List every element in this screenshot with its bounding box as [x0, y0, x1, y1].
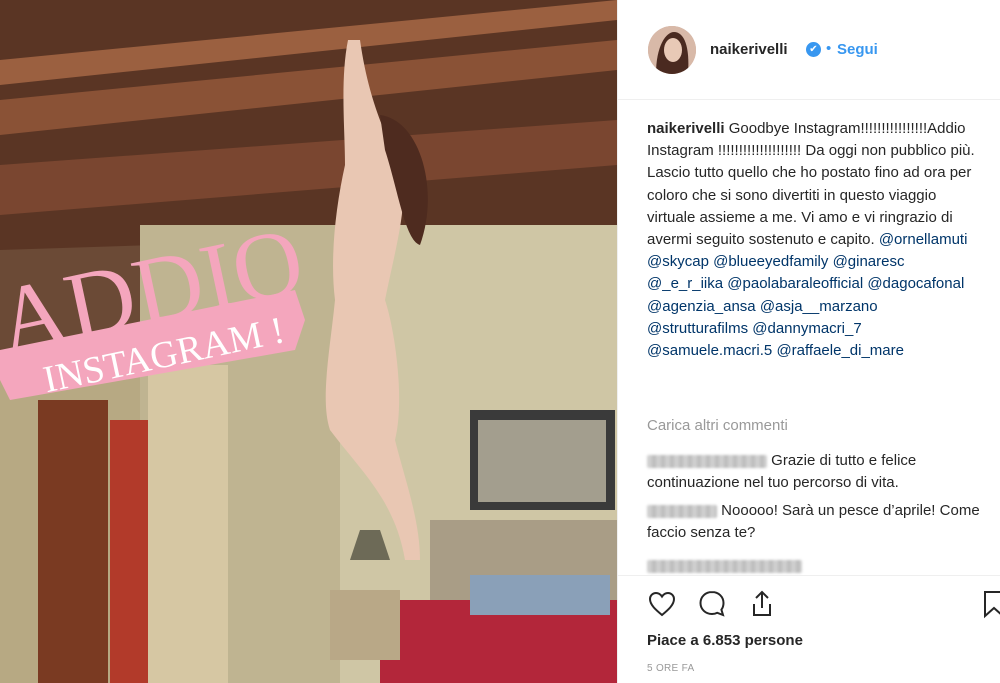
- mention-link[interactable]: @strutturafilms: [647, 320, 748, 337]
- username-link[interactable]: naikerivelli: [710, 41, 788, 58]
- likes-count[interactable]: Piace a 6.853 persone: [647, 632, 803, 649]
- mention-link[interactable]: @dagocafonal: [867, 275, 964, 292]
- mention-link[interactable]: @skycap: [647, 253, 709, 270]
- redacted-username: [647, 454, 767, 468]
- like-button[interactable]: [646, 588, 678, 620]
- redacted-username: [647, 560, 802, 574]
- comment-button[interactable]: [696, 588, 728, 620]
- post-header: naikerivelli ✔ • Segui: [618, 0, 1000, 100]
- mention-link[interactable]: @_e_r_iika: [647, 275, 723, 292]
- post-photo[interactable]: ADDIO INSTAGRAM !: [0, 0, 617, 683]
- verified-badge-icon: ✔: [806, 42, 821, 57]
- caption-username[interactable]: naikerivelli: [647, 120, 725, 137]
- avatar-image: [648, 26, 696, 74]
- redacted-comment: [647, 558, 802, 576]
- post-timestamp: 5 ORE FA: [647, 663, 695, 674]
- mention-link[interactable]: @agenzia_ansa: [647, 298, 756, 315]
- mention-link[interactable]: @blueeyedfamily: [713, 253, 828, 270]
- caption-text: Goodbye Instagram!!!!!!!!!!!!!!!!Addio I…: [647, 120, 975, 249]
- actions-bar: Piace a 6.853 persone 5 ORE FA: [618, 575, 1000, 683]
- mention-link[interactable]: @raffaele_di_mare: [776, 342, 904, 359]
- comment-item: Grazie di tutto e felice continuazione n…: [647, 450, 987, 494]
- follow-button[interactable]: Segui: [837, 41, 878, 58]
- post-side-panel: naikerivelli ✔ • Segui naikerivelli Good…: [617, 0, 1000, 683]
- load-more-comments-button[interactable]: Carica altri commenti: [647, 417, 788, 434]
- caption: naikerivelli Goodbye Instagram!!!!!!!!!!…: [647, 118, 982, 362]
- mention-link[interactable]: @ginaresc: [833, 253, 905, 270]
- save-button[interactable]: [978, 588, 1000, 620]
- redacted-username: [647, 504, 717, 518]
- mention-link[interactable]: @paolabaraleofficial: [727, 275, 863, 292]
- comment-item: Nooooo! Sarà un pesce d’aprile! Come fac…: [647, 500, 987, 544]
- mention-link[interactable]: @samuele.macri.5: [647, 342, 772, 359]
- mention-link[interactable]: @dannymacri_7: [752, 320, 861, 337]
- heart-icon: [648, 591, 676, 617]
- mention-link[interactable]: @asja__marzano: [760, 298, 878, 315]
- separator-dot: •: [826, 40, 832, 57]
- bookmark-icon: [984, 591, 1000, 619]
- avatar[interactable]: [648, 26, 696, 74]
- share-icon: [753, 590, 771, 616]
- share-button[interactable]: [746, 588, 778, 620]
- photo-scene: ADDIO INSTAGRAM !: [0, 0, 617, 683]
- mention-link[interactable]: @ornellamuti: [879, 231, 968, 248]
- comment-icon: [699, 590, 725, 617]
